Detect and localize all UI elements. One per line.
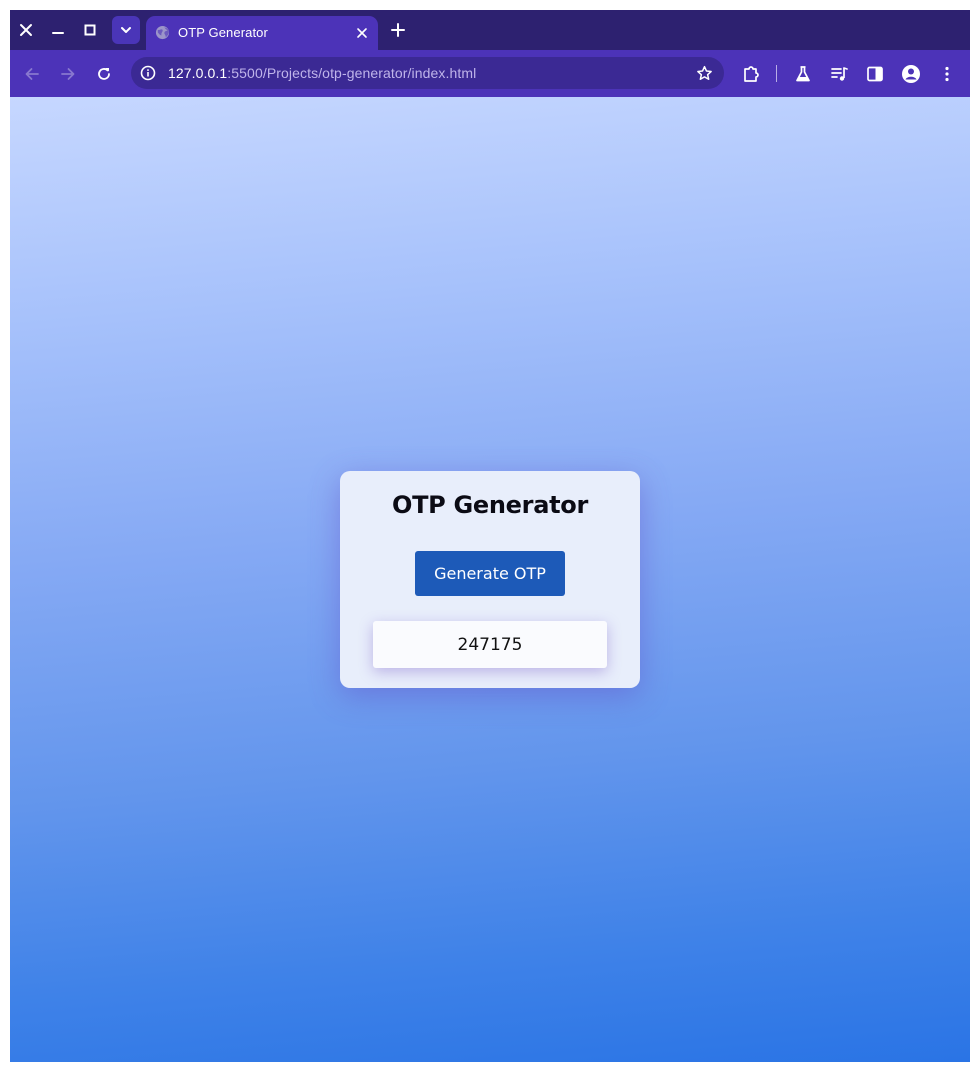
tab-close-button[interactable]: [354, 25, 370, 41]
chevron-down-icon: [121, 27, 131, 33]
otp-display: 247175: [373, 621, 607, 668]
window-close-button[interactable]: [12, 16, 40, 44]
site-info-button[interactable]: [139, 64, 157, 82]
arrow-right-icon: [61, 68, 75, 80]
info-icon: [140, 65, 156, 81]
extensions-button[interactable]: [737, 60, 765, 88]
browser-menu-button[interactable]: [933, 60, 961, 88]
side-panel-button[interactable]: [861, 60, 889, 88]
minimize-icon: [52, 32, 64, 34]
minimize-button[interactable]: [44, 16, 72, 44]
close-icon: [20, 24, 32, 36]
reload-button[interactable]: [90, 60, 118, 88]
url-path: :5500/Projects/otp-generator/index.html: [227, 65, 477, 81]
reload-icon: [98, 68, 110, 80]
globe-icon: [155, 25, 170, 40]
close-icon: [357, 28, 367, 38]
plus-icon: [391, 23, 405, 37]
arrow-left-icon: [25, 68, 39, 80]
media-queue-icon: [831, 67, 848, 81]
toolbar-divider: [776, 65, 777, 82]
labs-button[interactable]: [789, 60, 817, 88]
new-tab-button[interactable]: [384, 16, 412, 44]
kebab-menu-icon: [945, 66, 949, 82]
tab-strip: OTP Generator: [10, 10, 970, 50]
tab-title: OTP Generator: [178, 25, 268, 40]
page-viewport: OTP Generator Generate OTP 247175: [10, 97, 970, 1062]
browser-toolbar: 127.0.0.1:5500/Projects/otp-generator/in…: [10, 50, 970, 97]
browser-window: OTP Generator 127.0.0.1:5500/Projects/ot…: [10, 10, 970, 1062]
profile-icon: [902, 65, 920, 83]
back-button[interactable]: [18, 60, 46, 88]
address-bar[interactable]: 127.0.0.1:5500/Projects/otp-generator/in…: [131, 57, 724, 89]
maximize-button[interactable]: [76, 16, 104, 44]
maximize-icon: [84, 24, 96, 36]
media-control-button[interactable]: [825, 60, 853, 88]
url-text: 127.0.0.1:5500/Projects/otp-generator/in…: [168, 65, 476, 81]
page-title: OTP Generator: [392, 491, 588, 519]
url-host: 127.0.0.1: [168, 65, 228, 81]
tab-search-button[interactable]: [112, 16, 140, 44]
forward-button[interactable]: [54, 60, 82, 88]
generate-otp-button[interactable]: Generate OTP: [415, 551, 565, 596]
tab-otp-generator[interactable]: OTP Generator: [146, 16, 378, 50]
otp-card: OTP Generator Generate OTP 247175: [340, 471, 640, 688]
side-panel-icon: [867, 66, 883, 82]
puzzle-icon: [744, 66, 759, 82]
profile-button[interactable]: [897, 60, 925, 88]
star-icon: [696, 65, 712, 80]
flask-icon: [796, 66, 810, 82]
bookmark-button[interactable]: [694, 63, 714, 83]
